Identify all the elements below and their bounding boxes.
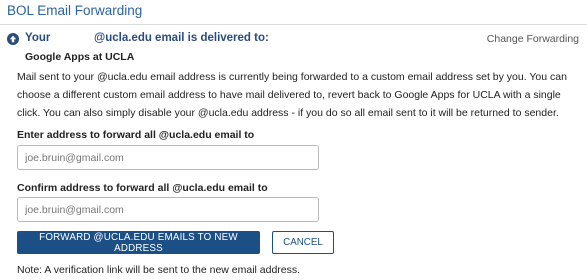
forward-emails-button[interactable]: FORWARD @UCLA.EDU EMAILS TO NEW ADDRESS (17, 231, 260, 254)
page-title: BOL Email Forwarding (7, 3, 143, 18)
email-forwarding-page: BOL Email Forwarding Your @ucla.edu emai… (0, 0, 587, 280)
confirm-address-input[interactable] (17, 197, 319, 222)
forward-address-input[interactable] (17, 145, 319, 170)
confirm-address-label: Confirm address to forward all @ucla.edu… (17, 182, 268, 194)
forward-address-label: Enter address to forward all @ucla.edu e… (17, 129, 255, 141)
cancel-button[interactable]: CANCEL (272, 231, 334, 254)
current-destination: Google Apps at UCLA (25, 51, 135, 63)
forwarding-description: Mail sent to your @ucla.edu email addres… (17, 71, 567, 119)
title-divider (0, 24, 587, 25)
verification-note: Note: A verification link will be sent t… (17, 264, 301, 276)
change-forwarding-link[interactable]: Change Forwarding (487, 33, 579, 45)
status-heading-domain: @ucla.edu email is delivered to: (94, 32, 269, 44)
arrow-up-circle-icon (7, 33, 19, 45)
status-heading-your: Your (25, 32, 51, 44)
